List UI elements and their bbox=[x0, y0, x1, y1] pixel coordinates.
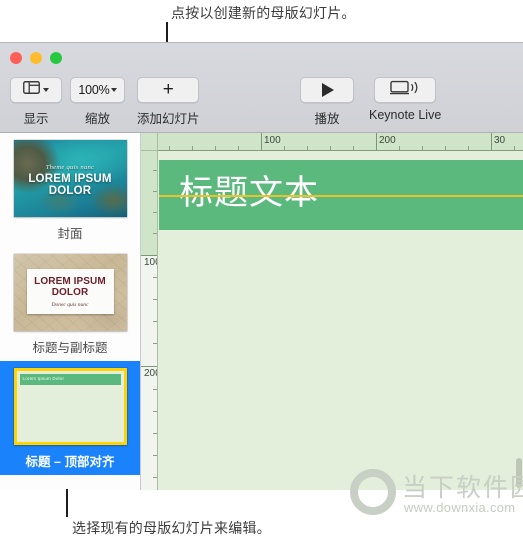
display-broadcast-icon bbox=[390, 80, 420, 100]
view-layout-icon bbox=[23, 81, 40, 99]
zoom-button-label: 缩放 bbox=[84, 112, 110, 126]
thumbnail-title: LOREM IPSUM DOLOR bbox=[28, 173, 112, 197]
toolbar-item-keynote-live[interactable]: Keynote Live bbox=[369, 77, 441, 122]
ruler-corner bbox=[141, 133, 158, 151]
slide-thumbnail[interactable]: Theme quis nunc LOREM IPSUM DOLOR bbox=[13, 140, 127, 217]
play-button-label: 播放 bbox=[314, 112, 340, 126]
ruler-label-v-100: 100 bbox=[144, 257, 157, 268]
toolbar-item-add-slide[interactable]: + 添加幻灯片 bbox=[137, 77, 200, 127]
slide-nav-item-title-top[interactable]: Lorem Ipsum Dolor 标题 – 顶部对齐 bbox=[0, 361, 140, 475]
add-slide-button-label: 添加幻灯片 bbox=[137, 112, 200, 126]
play-icon bbox=[322, 83, 334, 97]
horizontal-ruler[interactable]: 100 200 30 bbox=[158, 133, 523, 151]
callout-top-text: 点按以创建新的母版幻灯片。 bbox=[171, 5, 356, 21]
thumbnail-title: LOREM IPSUM DOLOR bbox=[34, 276, 106, 298]
slide-canvas-area[interactable]: 100 200 30 10 20 标题文本 bbox=[141, 133, 523, 490]
window-controls bbox=[10, 52, 62, 64]
slide-nav-caption: 标题 – 顶部对齐 bbox=[25, 455, 115, 469]
maximize-button[interactable] bbox=[50, 52, 62, 64]
ruler-label-h-100: 100 bbox=[264, 135, 281, 146]
slide-nav-item-title-subtitle[interactable]: LOREM IPSUM DOLOR Donec quis nunc 标题与副标题 bbox=[0, 247, 140, 361]
ruler-label-h-300: 30 bbox=[494, 135, 506, 146]
zoom-level-button[interactable]: 100% bbox=[70, 77, 125, 103]
thumbnail-card: LOREM IPSUM DOLOR Donec quis nunc bbox=[26, 269, 114, 314]
window-content: Theme quis nunc LOREM IPSUM DOLOR 封面 LOR… bbox=[0, 133, 523, 490]
thumbnail-title-band: Lorem Ipsum Dolor bbox=[19, 374, 121, 385]
scrollbar-thumb[interactable] bbox=[516, 458, 522, 488]
keynote-live-button-label: Keynote Live bbox=[369, 108, 442, 122]
keynote-live-button[interactable] bbox=[374, 77, 437, 103]
thumbnail-title: Lorem Ipsum Dolor bbox=[22, 375, 65, 381]
ruler-label-v-200: 200 bbox=[144, 368, 157, 379]
toolbar: 显示 100% 缩放 + 添加幻灯片 播放 Keynote Live bbox=[0, 43, 523, 133]
toolbar-item-display[interactable]: 显示 bbox=[10, 77, 62, 127]
add-slide-button[interactable]: + bbox=[137, 77, 200, 103]
slide-thumbnail[interactable]: LOREM IPSUM DOLOR Donec quis nunc bbox=[13, 254, 127, 331]
display-button[interactable] bbox=[10, 77, 62, 103]
chevron-down-icon bbox=[43, 88, 49, 92]
zoom-level-value: 100% bbox=[78, 83, 110, 97]
keynote-window: 显示 100% 缩放 + 添加幻灯片 播放 Keynote Live Theme… bbox=[0, 42, 523, 490]
slide-thumbnail-selected[interactable]: Lorem Ipsum Dolor bbox=[13, 368, 127, 445]
slide-title-text[interactable]: 标题文本 bbox=[179, 171, 319, 215]
minimize-button[interactable] bbox=[30, 52, 42, 64]
slide-nav-caption: 封面 bbox=[57, 227, 83, 241]
alignment-guide-line bbox=[159, 195, 523, 197]
sidebar-scrollbar[interactable] bbox=[133, 133, 139, 490]
display-button-label: 显示 bbox=[23, 112, 49, 126]
vertical-ruler[interactable]: 100 200 bbox=[141, 151, 158, 490]
thumbnail-subtitle: Donec quis nunc bbox=[51, 302, 89, 308]
canvas-vertical-scrollbar[interactable] bbox=[515, 151, 523, 490]
slide-editing-canvas[interactable]: 标题文本 bbox=[159, 152, 523, 490]
chevron-down-icon bbox=[110, 88, 117, 92]
callout-bottom-leader-line bbox=[66, 489, 68, 517]
slide-navigator[interactable]: Theme quis nunc LOREM IPSUM DOLOR 封面 LOR… bbox=[0, 133, 141, 490]
slide-nav-caption: 标题与副标题 bbox=[32, 341, 108, 355]
thumbnail-subtitle: Theme quis nunc bbox=[45, 164, 95, 171]
watermark-url: www.downxia.com bbox=[404, 500, 516, 515]
toolbar-item-zoom[interactable]: 100% 缩放 bbox=[70, 77, 125, 127]
close-button[interactable] bbox=[10, 52, 22, 64]
slide-nav-item-cover[interactable]: Theme quis nunc LOREM IPSUM DOLOR 封面 bbox=[0, 133, 140, 247]
play-button[interactable] bbox=[300, 77, 354, 103]
ruler-label-h-200: 200 bbox=[379, 135, 396, 146]
plus-icon: + bbox=[162, 78, 174, 100]
callout-bottom-text: 选择现有的母版幻灯片来编辑。 bbox=[72, 520, 271, 536]
toolbar-item-play[interactable]: 播放 bbox=[300, 77, 354, 127]
